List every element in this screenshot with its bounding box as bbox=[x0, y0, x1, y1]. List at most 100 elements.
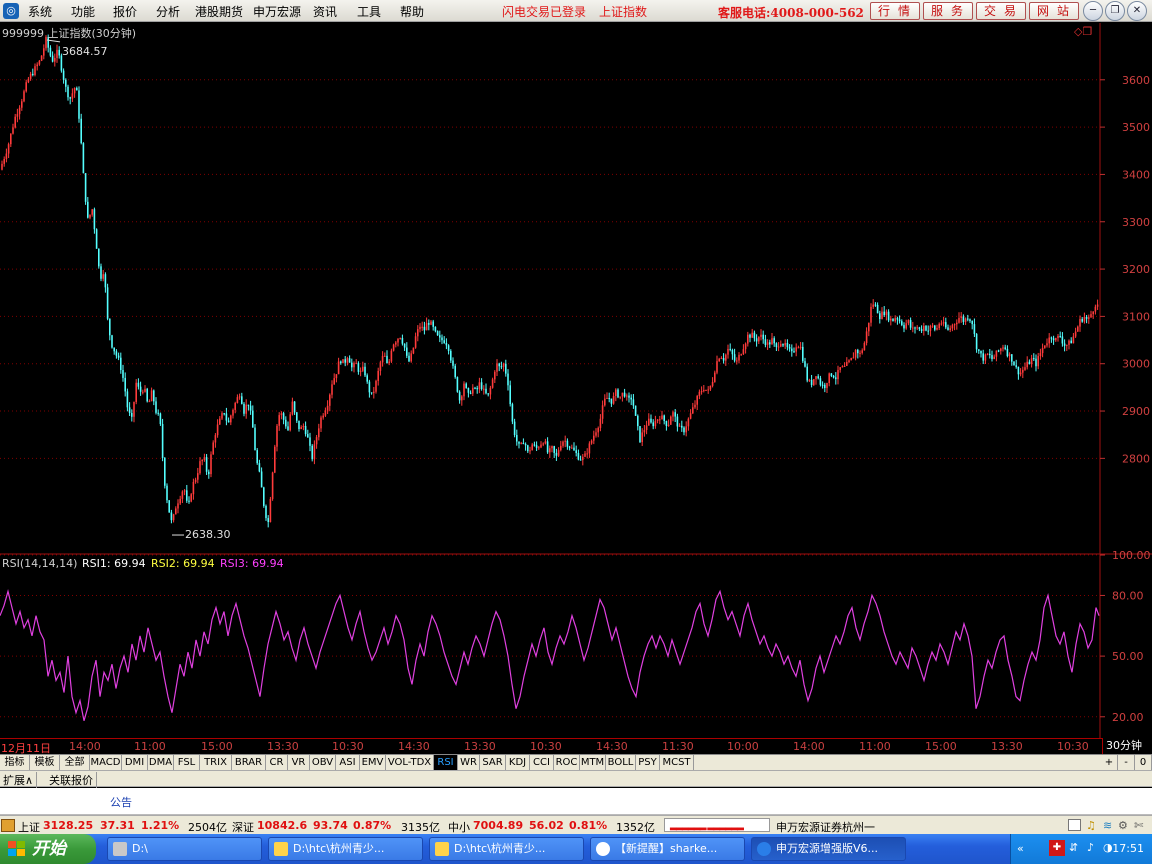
indicator-tab-fsl[interactable]: FSL bbox=[174, 755, 200, 771]
chart-header: 999999 上证指数(30分钟) bbox=[2, 27, 137, 40]
indicator-tab-kdj[interactable]: KDJ bbox=[506, 755, 530, 771]
candle-body bbox=[1028, 361, 1031, 365]
menu-system[interactable]: 系统 bbox=[28, 3, 52, 20]
indicator-tab-rsi[interactable]: RSI bbox=[434, 755, 458, 771]
indicator-tab-macd[interactable]: MACD bbox=[90, 755, 122, 771]
menu-hk-futures[interactable]: 港股期货 bbox=[195, 3, 243, 20]
indicator-tab-dma[interactable]: DMA bbox=[148, 755, 174, 771]
indicator-tab-sar[interactable]: SAR bbox=[480, 755, 506, 771]
settings-icon[interactable]: ⚙ bbox=[1118, 819, 1128, 832]
indicator-tab-模板[interactable]: 模板 bbox=[30, 755, 60, 771]
candle-body bbox=[975, 333, 978, 350]
candle-body bbox=[720, 357, 723, 359]
menu-help[interactable]: 帮助 bbox=[400, 3, 424, 20]
related-quotes-tab[interactable]: 关联报价 bbox=[46, 772, 97, 788]
tray-security-icon[interactable]: ◑ bbox=[1103, 841, 1113, 854]
tray-network-icon[interactable]: ⇵ bbox=[1069, 841, 1078, 854]
tray-volume-icon[interactable]: ♪ bbox=[1087, 841, 1094, 854]
indicator-tab-指标[interactable]: 指标 bbox=[0, 755, 30, 771]
candle-body bbox=[835, 377, 837, 380]
indicator-tab-dmi[interactable]: DMI bbox=[122, 755, 148, 771]
menu-function[interactable]: 功能 bbox=[71, 3, 95, 20]
task-explorer-d[interactable]: D:\ bbox=[107, 837, 262, 861]
indicator-tab-mcst[interactable]: MCST bbox=[660, 755, 694, 771]
candle-body bbox=[10, 133, 12, 145]
candle-body bbox=[1035, 358, 1037, 367]
unlink-icon[interactable]: ✄ bbox=[1134, 819, 1143, 832]
indicator-tab-vol-tdx[interactable]: VOL-TDX bbox=[386, 755, 434, 771]
market-button[interactable]: 行情 bbox=[870, 2, 920, 20]
indicator-add-button[interactable]: + bbox=[1101, 755, 1118, 771]
candle-body bbox=[846, 362, 848, 366]
chart-area[interactable]: 3600 3500 3400 3300 3200 3100 3000 2900 2800 100.… bbox=[0, 23, 1152, 738]
candle-body bbox=[65, 79, 67, 87]
candle-body bbox=[929, 325, 932, 331]
candle-body bbox=[1011, 354, 1013, 362]
indicator-tab-asi[interactable]: ASI bbox=[336, 755, 360, 771]
wifi-icon[interactable]: ≋ bbox=[1103, 819, 1112, 832]
period-selector[interactable]: 30分钟 bbox=[1102, 738, 1152, 754]
candle-body bbox=[751, 332, 753, 338]
indicator-tab-全部[interactable]: 全部 bbox=[60, 755, 90, 771]
candle-body bbox=[131, 412, 133, 417]
candle-body bbox=[498, 363, 500, 367]
minimize-icon[interactable]: ─ bbox=[1083, 1, 1103, 21]
indicator-tab-cr[interactable]: CR bbox=[266, 755, 288, 771]
menu-quote[interactable]: 报价 bbox=[113, 3, 137, 20]
indicator-tab-mtm[interactable]: MTM bbox=[580, 755, 606, 771]
tray-app-icon[interactable]: ✚ bbox=[1049, 840, 1065, 856]
candle-body bbox=[1013, 361, 1015, 366]
menu-tools[interactable]: 工具 bbox=[357, 3, 381, 20]
candle-body bbox=[854, 349, 857, 358]
task-explorer-htc-1[interactable]: D:\htc\杭州青少... bbox=[268, 837, 423, 861]
service-button[interactable]: 服务 bbox=[923, 2, 973, 20]
menu-analysis[interactable]: 分析 bbox=[156, 3, 180, 20]
window-icon[interactable] bbox=[1068, 819, 1081, 831]
candle-body bbox=[516, 434, 518, 442]
candle-body bbox=[474, 387, 476, 389]
indicator-tab-roc[interactable]: ROC bbox=[554, 755, 580, 771]
indicator-tab-brar[interactable]: BRAR bbox=[232, 755, 266, 771]
indicator-tab-wr[interactable]: WR bbox=[458, 755, 480, 771]
expand-button[interactable]: 扩展∧ bbox=[0, 772, 38, 788]
candle-body bbox=[597, 427, 599, 433]
candle-body bbox=[344, 359, 346, 363]
tray-expand-icon[interactable]: « bbox=[1017, 842, 1024, 855]
candle-body bbox=[857, 349, 859, 354]
task-browser[interactable]: 【新提醒】sharke... bbox=[590, 837, 745, 861]
menu-info[interactable]: 资讯 bbox=[313, 3, 337, 20]
indicator-reset-button[interactable]: 0 bbox=[1135, 755, 1152, 771]
task-explorer-htc-2[interactable]: D:\htc\杭州青少... bbox=[429, 837, 584, 861]
indicator-tab-cci[interactable]: CCI bbox=[530, 755, 554, 771]
candle-body bbox=[287, 426, 289, 431]
indicator-tab-obv[interactable]: OBV bbox=[310, 755, 336, 771]
indicator-tab-trix[interactable]: TRIX bbox=[200, 755, 232, 771]
candle-body bbox=[661, 415, 663, 420]
candle-body bbox=[626, 395, 628, 397]
indicator-tab-boll[interactable]: BOLL bbox=[606, 755, 636, 771]
menu-swhy[interactable]: 申万宏源 bbox=[253, 3, 301, 20]
candle-body bbox=[738, 354, 740, 361]
chart-options-icon[interactable]: ◇❐ bbox=[1074, 25, 1092, 38]
start-button[interactable]: 开始 bbox=[0, 834, 96, 864]
indicator-tab-psy[interactable]: PSY bbox=[636, 755, 660, 771]
candle-body bbox=[456, 377, 459, 392]
trade-button[interactable]: 交易 bbox=[976, 2, 1026, 20]
close-icon[interactable]: ✕ bbox=[1127, 1, 1147, 21]
candle-body bbox=[425, 323, 428, 331]
indicator-tab-vr[interactable]: VR bbox=[288, 755, 310, 771]
app-logo-icon[interactable]: ◎ bbox=[3, 3, 19, 19]
candle-body bbox=[62, 70, 65, 80]
indicator-tab-emv[interactable]: EMV bbox=[360, 755, 386, 771]
task-swhy-app[interactable]: 申万宏源增强版V6... bbox=[751, 837, 906, 861]
indicator-remove-button[interactable]: - bbox=[1118, 755, 1135, 771]
bell-icon[interactable]: ♫ bbox=[1086, 819, 1096, 832]
alert-icon[interactable] bbox=[1, 819, 15, 832]
restore-icon[interactable]: ❐ bbox=[1105, 1, 1125, 21]
website-button[interactable]: 网站 bbox=[1029, 2, 1079, 20]
candle-body bbox=[540, 444, 542, 448]
candle-body bbox=[56, 49, 58, 58]
start-label: 开始 bbox=[32, 839, 66, 859]
notice-label[interactable]: 公告 bbox=[110, 794, 132, 810]
kline-chart[interactable]: 3600 3500 3400 3300 3200 3100 3000 2900 2800 100.… bbox=[0, 23, 1152, 738]
